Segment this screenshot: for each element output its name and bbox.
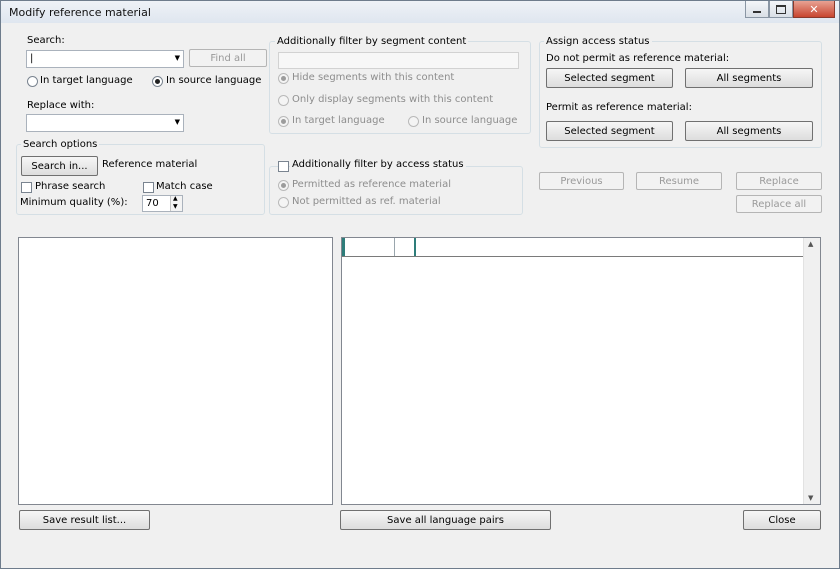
radio-selected-dot [155, 79, 160, 84]
save-all-language-pairs-button[interactable]: Save all language pairs [340, 510, 551, 530]
access-filter-legend: Additionally filter by access status [290, 159, 466, 170]
maximize-icon [776, 4, 786, 14]
resume-button[interactable]: Resume [636, 172, 722, 190]
maximize-button[interactable] [769, 1, 793, 18]
vertical-scrollbar[interactable]: ▲ ▼ [803, 238, 820, 504]
chevron-down-icon[interactable]: ▼ [175, 118, 180, 126]
radio-search-source-label: In source language [166, 75, 262, 86]
search-in-button[interactable]: Search in... [21, 156, 98, 176]
search-label: Search: [27, 35, 65, 46]
previous-button[interactable]: Previous [539, 172, 624, 190]
min-quality-value: 70 [146, 198, 159, 209]
radio-hide-segments[interactable] [278, 73, 289, 84]
match-case-checkbox[interactable] [143, 182, 154, 193]
segment-grid-pane[interactable]: ▲ ▼ [341, 237, 821, 505]
grid-row-marker [342, 238, 345, 256]
min-quality-label: Minimum quality (%): [20, 197, 128, 208]
phrase-search-label: Phrase search [35, 181, 106, 192]
radio-selected-dot [281, 119, 286, 124]
search-options-legend: Search options [21, 139, 100, 150]
permit-all-segments-button[interactable]: All segments [685, 121, 813, 141]
grid-column-divider[interactable] [394, 238, 395, 256]
chevron-down-icon[interactable]: ▼ [175, 54, 180, 62]
do-not-permit-label: Do not permit as reference material: [546, 53, 730, 64]
radio-search-target-label: In target language [40, 75, 133, 86]
segment-filter-legend: Additionally filter by segment content [275, 36, 469, 47]
radio-only-display[interactable] [278, 95, 289, 106]
replace-label: Replace with: [27, 100, 95, 111]
arrow-up-icon[interactable]: ▲ [173, 195, 178, 202]
minimize-icon [753, 10, 761, 13]
deny-selected-segment-button[interactable]: Selected segment [546, 68, 673, 88]
minimize-button[interactable] [745, 1, 769, 18]
not-permitted-label: Not permitted as ref. material [292, 196, 441, 207]
deny-all-segments-button[interactable]: All segments [685, 68, 813, 88]
close-button[interactable]: Close [743, 510, 821, 530]
match-case-label: Match case [156, 181, 213, 192]
radio-search-target-language[interactable] [27, 76, 38, 87]
hide-segments-label: Hide segments with this content [292, 72, 455, 83]
dialog-window: Modify reference material ✕ Search: | ▼ … [0, 0, 840, 569]
search-in-value: Reference material [102, 159, 198, 170]
title-bar[interactable]: Modify reference material ✕ [1, 1, 839, 23]
only-display-label: Only display segments with this content [292, 94, 494, 105]
assign-legend: Assign access status [544, 36, 652, 47]
radio-filter-source-language[interactable] [408, 116, 419, 127]
stepper-arrows[interactable]: ▲ ▼ [170, 195, 182, 211]
radio-permitted[interactable] [278, 180, 289, 191]
close-window-button[interactable]: ✕ [793, 1, 835, 18]
radio-filter-target-language[interactable] [278, 116, 289, 127]
replace-all-button[interactable]: Replace all [736, 195, 822, 213]
replace-button[interactable]: Replace [736, 172, 822, 190]
replace-combobox[interactable]: ▼ [26, 114, 184, 132]
scroll-down-icon[interactable]: ▼ [808, 494, 813, 502]
radio-search-source-language[interactable] [152, 76, 163, 87]
access-filter-checkbox[interactable] [278, 161, 289, 172]
permit-selected-segment-button[interactable]: Selected segment [546, 121, 673, 141]
find-all-button[interactable]: Find all [189, 49, 267, 67]
radio-selected-dot [281, 183, 286, 188]
segment-filter-input[interactable] [278, 52, 519, 69]
result-list-pane[interactable] [18, 237, 333, 505]
scroll-up-icon[interactable]: ▲ [808, 240, 813, 248]
permitted-label: Permitted as reference material [292, 179, 451, 190]
filter-source-label: In source language [422, 115, 518, 126]
access-status-filter-group [269, 166, 523, 215]
window-title: Modify reference material [9, 6, 151, 19]
filter-target-label: In target language [292, 115, 385, 126]
grid-header-row [342, 238, 805, 257]
search-combobox[interactable]: | ▼ [26, 50, 184, 68]
save-result-list-button[interactable]: Save result list... [19, 510, 150, 530]
search-input-value: | [30, 53, 34, 64]
grid-column-divider[interactable] [414, 238, 416, 256]
permit-label: Permit as reference material: [546, 102, 692, 113]
arrow-down-icon[interactable]: ▼ [173, 203, 178, 210]
phrase-search-checkbox[interactable] [21, 182, 32, 193]
radio-selected-dot [281, 76, 286, 81]
close-icon: ✕ [809, 2, 819, 16]
radio-not-permitted[interactable] [278, 197, 289, 208]
min-quality-stepper[interactable]: 70 ▲ ▼ [142, 195, 183, 212]
